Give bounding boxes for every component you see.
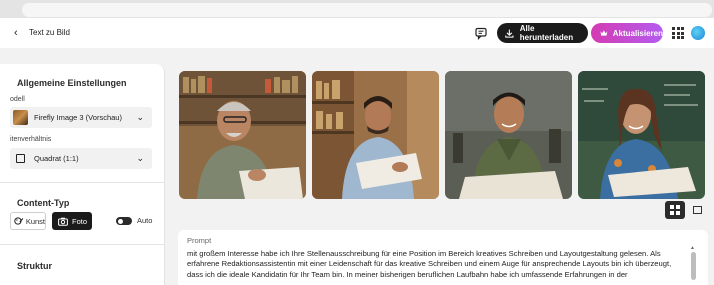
crown-icon [600, 30, 608, 36]
chat-icon[interactable] [474, 26, 488, 40]
art-icon [14, 217, 24, 225]
divider [0, 244, 165, 245]
single-view-icon[interactable] [688, 201, 706, 219]
photo-label: Foto [72, 216, 88, 226]
model-label: odell [10, 96, 25, 103]
auto-toggle[interactable] [116, 217, 132, 225]
divider [0, 182, 165, 183]
aspect-ratio-value: Quadrat (1:1) [34, 154, 79, 163]
generated-image-3[interactable] [445, 71, 572, 199]
structure-heading: Struktur [17, 261, 53, 271]
chevron-down-icon: ⌄ [136, 112, 144, 122]
aspect-ratio-label: itenverhältnis [10, 136, 52, 143]
general-settings-heading: Allgemeine Einstellungen [17, 78, 127, 88]
back-chevron-icon[interactable]: ‹ [14, 27, 18, 39]
photo-button[interactable]: Foto [52, 212, 92, 230]
square-icon [16, 154, 25, 163]
download-icon [505, 29, 514, 38]
model-thumbnail [13, 110, 28, 125]
art-button[interactable]: Kunst [10, 212, 46, 230]
apps-grid-icon[interactable] [672, 27, 684, 39]
generated-image-1[interactable] [179, 71, 306, 199]
generated-image-2[interactable] [312, 71, 439, 199]
prompt-scrollbar[interactable] [691, 252, 696, 280]
settings-sidebar: Allgemeine Einstellungen odell Firefly I… [0, 64, 165, 285]
download-all-label: Alle herunterladen [519, 24, 574, 42]
art-label: Kunst [25, 216, 45, 226]
browser-address-strip [0, 0, 714, 18]
back-link[interactable]: Text zu Bild [29, 28, 70, 37]
chevron-down-icon: ⌄ [136, 153, 144, 163]
model-select[interactable]: Firefly Image 3 (Vorschau) ⌄ [10, 107, 152, 128]
prompt-label: Prompt [187, 236, 212, 245]
upgrade-button[interactable]: Aktualisieren [591, 23, 663, 43]
avatar[interactable] [691, 26, 705, 40]
model-value: Firefly Image 3 (Vorschau) [34, 113, 122, 122]
auto-label: Auto [137, 216, 153, 225]
generated-image-4[interactable] [578, 71, 705, 199]
content-type-heading: Content-Typ [17, 198, 70, 208]
grid-view-icon[interactable] [665, 201, 685, 219]
app-window: ‹ Text zu Bild Alle herunterladen Aktual… [0, 18, 714, 285]
scroll-up-icon[interactable]: ▲ [690, 245, 695, 251]
download-all-button[interactable]: Alle herunterladen [497, 23, 588, 43]
address-bar[interactable] [22, 3, 712, 17]
camera-icon [58, 217, 68, 226]
aspect-ratio-select[interactable]: Quadrat (1:1) ⌄ [10, 148, 152, 169]
prompt-text[interactable]: mit großem Interesse habe ich Ihre Stell… [187, 249, 685, 280]
prompt-box[interactable]: Prompt mit großem Interesse habe ich Ihr… [178, 230, 708, 285]
upgrade-label: Aktualisieren [612, 28, 663, 38]
top-bar: ‹ Text zu Bild Alle herunterladen Aktual… [0, 18, 714, 48]
